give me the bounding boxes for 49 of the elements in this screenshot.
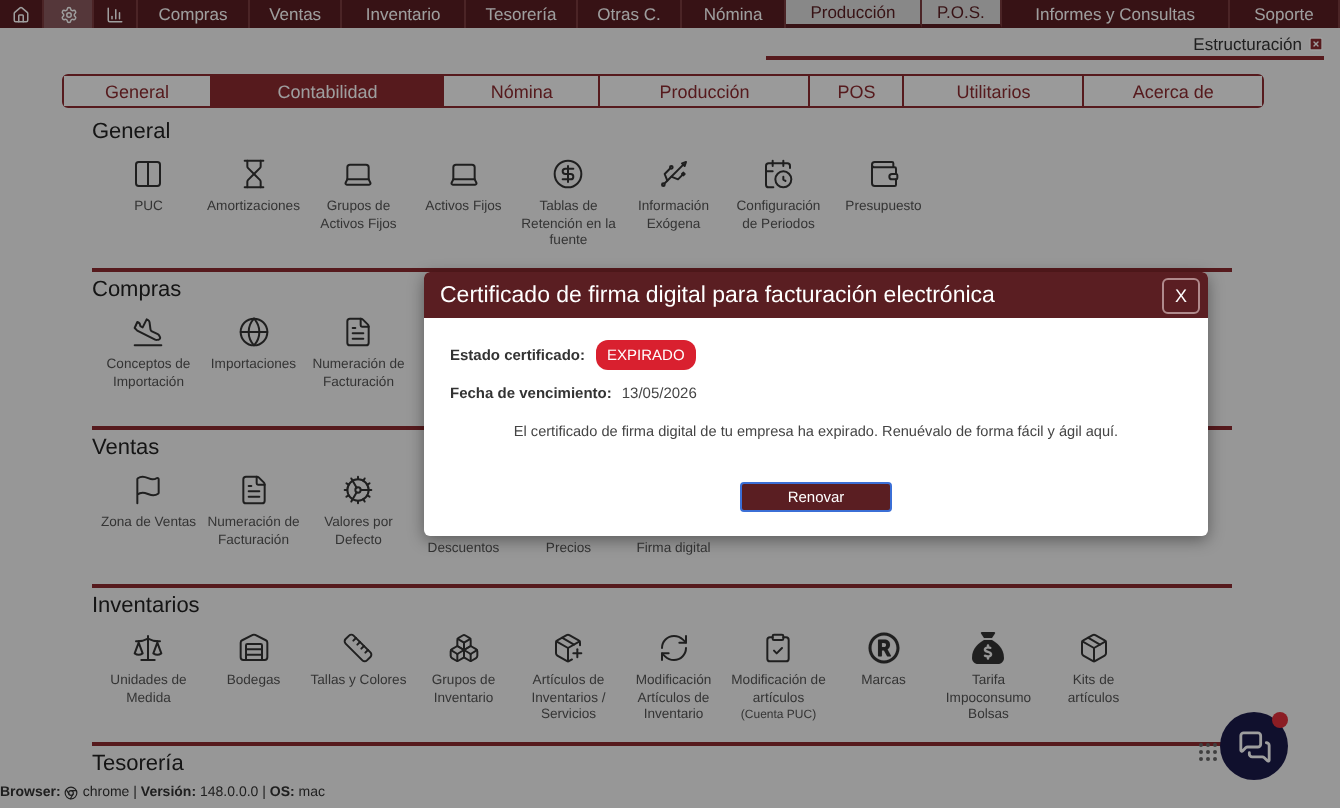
money-bag-icon[interactable] [972,632,1005,664]
chat-icon [1237,729,1271,763]
dialog-title: Certificado de firma digital para facturación electrónica [440,283,995,307]
scale-icon[interactable] [132,632,165,664]
plane-landing-icon[interactable] [132,316,165,348]
close-button[interactable]: X [1162,277,1200,313]
document-icon[interactable] [342,316,375,348]
binder-icon[interactable] [132,158,165,190]
panel-title: Estructuración [1193,33,1302,53]
laptop-icon[interactable] [447,158,480,190]
close-icon[interactable] [1308,35,1324,51]
wallet-icon[interactable] [867,158,900,190]
settings-icon[interactable] [44,0,94,28]
section-title: Compras [92,278,182,304]
warehouse-icon[interactable] [237,632,270,664]
nav-menu-item[interactable]: Otras C. [577,0,683,28]
registered-icon[interactable] [867,632,900,664]
clipboard-check-icon[interactable] [762,632,795,664]
section-title: General [92,120,171,146]
tab[interactable]: General [64,76,213,106]
gear-icon[interactable] [342,474,375,506]
nav-menu-item[interactable]: P.O.S. [921,0,1003,28]
document-icon[interactable] [237,474,270,506]
nav-menu-item[interactable]: Compras [138,0,250,28]
tab[interactable]: Contabilidad [212,76,445,106]
calendar-clock-icon[interactable] [762,158,795,190]
refresh-icon[interactable] [657,632,690,664]
nav-menu-item[interactable]: Producción [786,0,922,28]
nav-menu-item[interactable]: Informes y Consultas [1002,0,1230,28]
flag-icon[interactable] [132,474,165,506]
chat-button[interactable] [1220,712,1288,780]
boxes-icon[interactable] [447,632,480,664]
notification-dot [1272,712,1288,728]
nav-menu-item[interactable]: Tesorería [466,0,578,28]
package-icon[interactable] [1077,632,1110,664]
dollar-coin-icon[interactable] [552,158,585,190]
nav-menu-item[interactable]: Inventario [342,0,466,28]
laptop-icon[interactable] [342,158,375,190]
browser-icon [64,786,79,800]
section-title: Ventas [92,436,160,462]
section-title: Inventarios [92,594,200,620]
nav-menu-item[interactable]: Ventas [249,0,343,28]
globe-icon[interactable] [237,316,270,348]
usb-drive-icon[interactable] [657,158,690,190]
section-title: Tesorería [92,752,184,778]
drag-handle-icon[interactable] [1196,740,1220,764]
package-plus-icon[interactable] [552,632,585,664]
nav-menu-item[interactable]: Soporte [1230,0,1340,28]
ruler-icon[interactable] [342,632,375,664]
